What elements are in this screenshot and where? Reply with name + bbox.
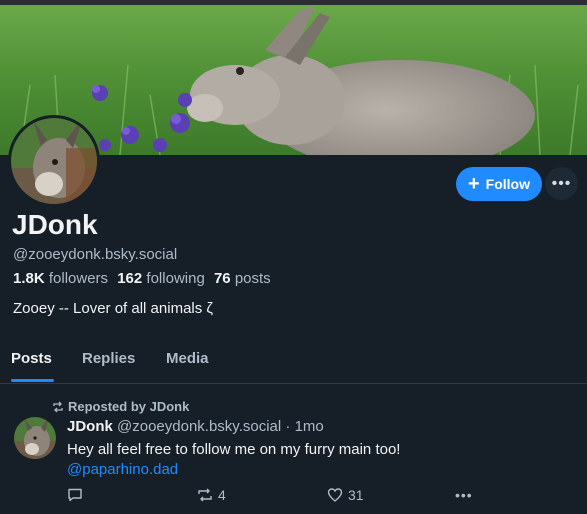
plus-icon: + — [467, 173, 480, 195]
profile-more-options-button[interactable]: ••• — [545, 167, 578, 200]
posts-count: 76 — [213, 270, 231, 287]
post-timestamp[interactable]: 1mo — [295, 418, 324, 435]
tab-posts[interactable]: Posts — [11, 350, 52, 367]
ellipsis-icon: ••• — [455, 487, 473, 503]
following-label: following — [146, 270, 205, 287]
post-mention-link[interactable]: @paparhino.dad — [67, 461, 178, 478]
post-author-name[interactable]: JDonk — [67, 418, 113, 435]
posts-stat: 76 posts — [214, 270, 271, 287]
repost-count: 4 — [218, 487, 226, 503]
posts-label: posts — [234, 270, 271, 287]
profile-stats: 1.8K followers 162 following 76 posts — [13, 270, 271, 287]
profile-avatar[interactable] — [8, 115, 100, 207]
post-author-handle[interactable]: @zooeydonk.bsky.social — [117, 418, 281, 435]
repost-icon — [53, 401, 63, 412]
ellipsis-icon: ••• — [551, 174, 572, 192]
post-text: Hey all feel free to follow me on my fur… — [67, 441, 401, 458]
post-more-options-button[interactable]: ••• — [455, 487, 473, 503]
heart-icon — [327, 488, 343, 502]
repost-button[interactable]: 4 — [197, 487, 226, 503]
active-tab-indicator — [11, 379, 54, 382]
tab-media[interactable]: Media — [166, 350, 209, 367]
repost-indicator[interactable]: Reposted by JDonk — [52, 399, 189, 414]
profile-bio: Zooey -- Lover of all animals ζ — [13, 300, 214, 317]
repost-label: Reposted by JDonk — [68, 399, 190, 414]
tab-replies[interactable]: Replies — [82, 350, 135, 367]
profile-display-name: JDonk — [12, 209, 98, 240]
following-count: 162 — [117, 270, 143, 287]
followers-count: 1.8K — [13, 270, 45, 287]
following-link[interactable]: 162 following — [117, 270, 205, 287]
post-header: JDonk @zooeydonk.bsky.social · 1mo — [67, 418, 324, 435]
like-button[interactable]: 31 — [327, 487, 364, 503]
follow-button[interactable]: + Follow — [456, 167, 542, 201]
followers-label: followers — [48, 270, 109, 287]
reply-button[interactable] — [67, 487, 83, 503]
post-separator: · — [285, 418, 291, 435]
post-author-avatar[interactable] — [14, 417, 56, 459]
repost-icon — [198, 488, 212, 502]
follow-button-label: Follow — [485, 176, 530, 192]
profile-handle: @zooeydonk.bsky.social — [13, 246, 178, 263]
followers-link[interactable]: 1.8K followers — [13, 270, 108, 287]
reply-icon — [68, 488, 82, 502]
profile-tabs: Posts Replies Media — [0, 340, 587, 384]
like-count: 31 — [348, 487, 364, 503]
